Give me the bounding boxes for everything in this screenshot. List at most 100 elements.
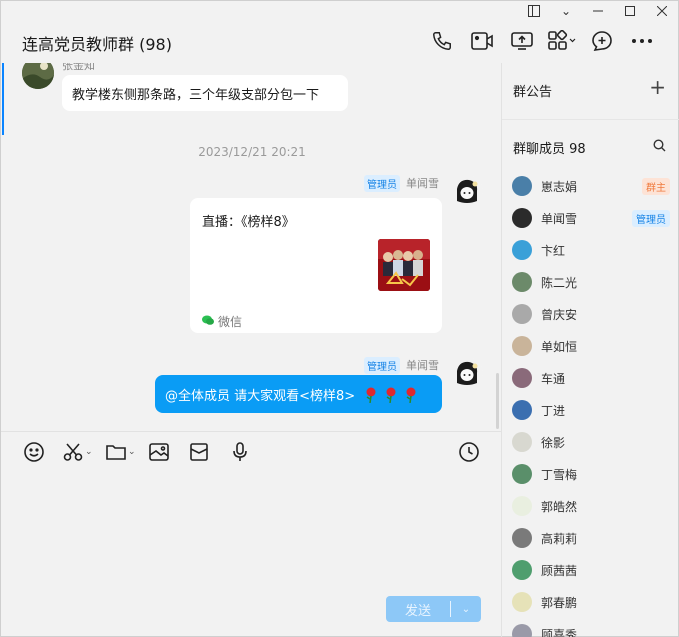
avatar[interactable] [451,175,483,207]
avatar [512,464,532,484]
wechat-icon [202,315,214,329]
minimize-icon[interactable] [582,1,614,21]
member-item[interactable]: 顾喜秀 [512,621,672,637]
member-name: 顾喜秀 [541,627,578,637]
member-name: 郭春鹏 [541,595,578,610]
avatar [512,624,532,637]
avatar[interactable] [451,357,483,389]
history-clock-icon[interactable] [458,441,480,463]
member-name: 丁雪梅 [541,467,578,482]
emoji-icon[interactable] [23,441,45,463]
member-item[interactable]: 徐影 [512,429,672,455]
group-sidebar: 群公告 + 群聊成员 98 崽志娟 群主单闻雪 管理员卞红陈二光曾庆安单如恒车通丁进… [502,63,679,637]
avatar [512,496,532,516]
sidebar-divider-horizontal [502,119,679,120]
member-name: 单如恒 [541,339,578,354]
member-item[interactable]: 车通 [512,365,672,391]
avatar [512,272,532,292]
sender-name: 单闻雪 [406,177,439,190]
card-thumbnail [378,239,430,291]
avatar [512,208,532,228]
chevron-down-icon[interactable]: ⌄ [550,1,582,21]
avatar [512,240,532,260]
message-input[interactable] [1,471,501,591]
live-share-card[interactable]: 直播：《榜样8》 微信 [190,198,442,333]
add-chat-icon[interactable] [582,27,622,55]
member-name: 崽志娟 [541,179,578,194]
avatar [512,176,532,196]
sidebar-toggle-icon[interactable] [518,1,550,21]
card-source-label: 微信 [218,315,243,329]
member-name: 卞红 [541,243,566,258]
header-actions [422,27,662,55]
card-title: 直播：《榜样8》 [202,215,295,230]
avatar [512,368,532,388]
send-label: 发送 [404,603,431,619]
message-bubble[interactable]: @全体成员 请大家观看<榜样8> [155,375,442,413]
chat-title: 连高党员教师群 (98) [22,35,172,54]
sender-name: 张金知 [62,63,95,72]
scissors-icon[interactable]: ⌄ [62,441,93,463]
red-packet-icon[interactable] [188,441,210,463]
member-item[interactable]: 丁雪梅 [512,461,672,487]
member-name: 单闻雪 [541,211,578,226]
send-button[interactable]: 发送 ⌄ [386,596,481,622]
microphone-icon[interactable] [229,441,251,463]
video-call-icon[interactable] [462,27,502,55]
apps-icon[interactable] [542,27,582,55]
maximize-icon[interactable] [614,1,646,21]
folder-icon[interactable]: ⌄ [105,441,136,463]
avatar [512,560,532,580]
member-name: 高莉莉 [541,531,578,546]
message-text: @全体成员 请大家观看<榜样8> [165,389,356,404]
admin-badge: 管理员 [364,175,400,192]
member-item[interactable]: 高莉莉 [512,525,672,551]
member-name: 车通 [541,371,566,386]
member-name: 顾茜茜 [541,563,578,578]
chat-header: 连高党员教师群 (98) [1,21,679,63]
member-name: 徐影 [541,435,566,450]
close-icon[interactable] [646,1,678,21]
member-item[interactable]: 单闻雪 管理员 [512,205,672,231]
member-item[interactable]: 郭春鹏 [512,589,672,615]
chat-window: ⌄ 连高党员教师群 (98) 张金知 教学楼东侧那条路，三个年级支部分包一下 2… [0,0,679,637]
message-timestamp: 2023/12/21 20:21 [198,145,306,159]
scrollbar[interactable] [496,373,499,429]
member-item[interactable]: 曾庆安 [512,301,672,327]
avatar [512,592,532,612]
member-name: 丁进 [541,403,566,418]
announcement-label[interactable]: 群公告 [513,81,552,100]
sender-name: 单闻雪 [406,359,439,372]
avatar [512,400,532,420]
members-label: 群聊成员 98 [513,142,586,157]
member-item[interactable]: 郭皓然 [512,493,672,519]
image-icon[interactable] [148,441,170,463]
owner-badge: 群主 [642,177,670,195]
search-icon[interactable] [653,139,666,156]
member-name: 郭皓然 [541,499,578,514]
more-icon[interactable] [622,27,662,55]
avatar[interactable] [22,63,54,89]
avatar [512,432,532,452]
member-item[interactable]: 卞红 [512,237,672,263]
message-bubble[interactable]: 教学楼东侧那条路，三个年级支部分包一下 [62,75,348,111]
screen-share-icon[interactable] [502,27,542,55]
avatar [512,336,532,356]
member-item[interactable]: 丁进 [512,397,672,423]
avatar [512,528,532,548]
member-item[interactable]: 崽志娟 群主 [512,173,672,199]
add-announcement-icon[interactable]: + [649,75,666,99]
member-name: 曾庆安 [541,307,578,322]
avatar [512,304,532,324]
window-controls: ⌄ [518,1,678,21]
member-item[interactable]: 单如恒 [512,333,672,359]
phone-icon[interactable] [422,27,462,55]
message-list[interactable]: 张金知 教学楼东侧那条路，三个年级支部分包一下 2023/12/21 20:21… [2,63,502,431]
chevron-down-icon[interactable]: ⌄ [451,604,481,615]
member-item[interactable]: 陈二光 [512,269,672,295]
admin-badge: 管理员 [632,209,670,227]
unread-indicator [2,63,4,135]
composer-toolbar: ⌄ ⌄ [1,431,501,471]
member-item[interactable]: 顾茜茜 [512,557,672,583]
admin-badge: 管理员 [364,357,400,374]
